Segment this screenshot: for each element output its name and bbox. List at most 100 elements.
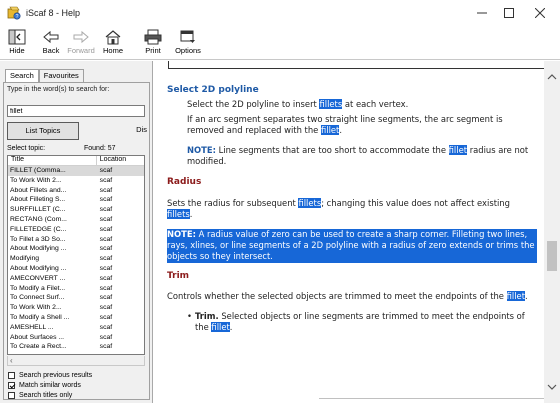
- topic-body: Select 2D polyline Select the 2D polylin…: [167, 85, 537, 334]
- result-location: scaf: [99, 313, 113, 321]
- tab-search[interactable]: Search: [5, 69, 39, 83]
- forward-arrow-icon: [73, 30, 89, 44]
- divider: [319, 398, 544, 399]
- scroll-up-icon[interactable]: [547, 73, 557, 81]
- section-heading-radius: Radius: [167, 177, 202, 188]
- nav-tabs: Search Favourites: [5, 69, 84, 83]
- result-title: About Modifying ...: [10, 264, 67, 272]
- result-location: scaf: [99, 274, 113, 282]
- result-location: scaf: [99, 225, 113, 233]
- search-highlight: fillet: [506, 291, 525, 302]
- result-location: scaf: [99, 196, 113, 204]
- search-highlight: fillet: [320, 125, 340, 136]
- paragraph: Select the 2D polyline to insert fillets…: [187, 99, 409, 110]
- print-button[interactable]: Print: [136, 26, 170, 60]
- display-button[interactable]: Dis: [124, 122, 149, 140]
- result-title: AMECONVERT ...: [10, 274, 66, 282]
- search-previous-checkbox[interactable]: Search previous results: [8, 370, 92, 380]
- table-border: [168, 61, 544, 69]
- results-header: Title Location: [8, 156, 144, 166]
- back-button[interactable]: Back: [34, 26, 68, 60]
- options-button[interactable]: Options: [171, 26, 205, 60]
- list-item[interactable]: To Create a Rect... scaf: [8, 342, 144, 352]
- app-help-icon: ?: [7, 6, 21, 20]
- match-similar-checkbox[interactable]: Match similar words: [8, 380, 92, 390]
- list-item[interactable]: RECTANG (Com... scaf: [8, 215, 144, 225]
- checkbox-label: Search titles only: [19, 391, 73, 399]
- result-title: To Modify a Shell ...: [10, 313, 70, 321]
- list-item[interactable]: AMESHELL ... scaf: [8, 323, 144, 333]
- result-title: About Modifying ...: [10, 245, 67, 253]
- result-location: scaf: [99, 333, 113, 341]
- list-item[interactable]: To Modify a Filet... scaf: [8, 284, 144, 294]
- forward-button[interactable]: Forward: [64, 26, 98, 60]
- result-location: scaf: [99, 264, 113, 272]
- search-panel: Type in the word(s) to search for: List …: [3, 82, 150, 400]
- paragraph: If an arc segment separates two straight…: [187, 113, 503, 136]
- list-item[interactable]: About Modifying ... scaf: [8, 264, 144, 274]
- scroll-thumb[interactable]: [547, 241, 557, 271]
- result-location: scaf: [99, 323, 113, 331]
- home-button[interactable]: Home: [96, 26, 130, 60]
- checkbox-box[interactable]: [8, 381, 15, 389]
- result-location: scaf: [99, 343, 113, 351]
- list-item[interactable]: To Work With 2... scaf: [8, 303, 144, 313]
- list-item[interactable]: To Fillet a 3D So... scaf: [8, 235, 144, 245]
- toolbar: Hide Back Forward Home Print Options: [0, 26, 560, 60]
- list-topics-button[interactable]: List Topics: [7, 122, 79, 140]
- column-title[interactable]: Title: [8, 156, 97, 165]
- back-label: Back: [42, 46, 60, 55]
- svg-text:?: ?: [16, 14, 19, 20]
- search-highlight: fillets: [319, 99, 343, 110]
- list-item[interactable]: About Filleting S... scaf: [8, 195, 144, 205]
- result-title: To Connect Surf...: [10, 294, 65, 302]
- hide-pane-icon: [8, 29, 26, 45]
- hide-label: Hide: [9, 46, 25, 55]
- list-item[interactable]: To Connect Surf... scaf: [8, 293, 144, 303]
- checkbox-box[interactable]: [8, 371, 15, 379]
- options-icon: [180, 30, 195, 43]
- select-topic-label: Select topic:: [7, 145, 46, 152]
- back-arrow-icon: [43, 30, 59, 44]
- result-title: About Surfaces ...: [10, 333, 65, 341]
- print-label: Print: [145, 46, 161, 55]
- list-item[interactable]: AMECONVERT ... scaf: [8, 274, 144, 284]
- result-location: scaf: [99, 255, 113, 263]
- scroll-left-icon[interactable]: ‹: [10, 356, 13, 366]
- list-item[interactable]: Modifying scaf: [8, 254, 144, 264]
- list-item[interactable]: FILLETEDGE (C... scaf: [8, 225, 144, 235]
- selected-note[interactable]: NOTE: A radius value of zero can be used…: [167, 228, 537, 263]
- list-item[interactable]: About Modifying ... scaf: [8, 244, 144, 254]
- result-title: To Work With 2...: [10, 304, 62, 312]
- list-item[interactable]: To Work With 2... scaf: [8, 176, 144, 186]
- checkbox-box[interactable]: [8, 391, 15, 399]
- result-location: scaf: [99, 304, 113, 312]
- result-location: scaf: [99, 215, 113, 223]
- search-titles-checkbox[interactable]: Search titles only: [8, 390, 92, 400]
- result-title: RECTANG (Com...: [10, 215, 67, 223]
- options-label: Options: [175, 46, 201, 55]
- search-input[interactable]: [7, 105, 145, 117]
- tab-favourites[interactable]: Favourites: [38, 69, 84, 83]
- list-item[interactable]: FILLET (Comma... scaf: [8, 166, 144, 176]
- close-button[interactable]: [520, 0, 560, 26]
- hide-button[interactable]: Hide: [0, 26, 34, 60]
- forward-label: Forward: [67, 46, 95, 55]
- list-item[interactable]: About Fillets and... scaf: [8, 186, 144, 196]
- home-label: Home: [102, 46, 123, 55]
- section-heading-select-2d-polyline: Select 2D polyline: [167, 85, 259, 95]
- list-item[interactable]: SURFFILLET (C... scaf: [8, 205, 144, 215]
- paragraph: Sets the radius for subsequent fillets; …: [167, 197, 510, 220]
- result-location: scaf: [99, 176, 113, 184]
- results-list[interactable]: Title Location FILLET (Comma... scaf To Wo…: [7, 155, 145, 355]
- horizontal-scrollbar[interactable]: ‹: [7, 356, 145, 366]
- vertical-scrollbar[interactable]: [544, 61, 560, 403]
- column-location[interactable]: Location: [97, 156, 144, 165]
- list-item: • Trim. Selected objects or line segment…: [187, 310, 525, 333]
- note-label: NOTE:: [187, 144, 216, 155]
- list-item[interactable]: About Surfaces ... scaf: [8, 333, 144, 343]
- list-item[interactable]: To Modify a Shell ... scaf: [8, 313, 144, 323]
- result-location: scaf: [99, 186, 113, 194]
- paragraph: Controls whether the selected objects ar…: [167, 291, 528, 302]
- scroll-down-icon[interactable]: [547, 383, 557, 391]
